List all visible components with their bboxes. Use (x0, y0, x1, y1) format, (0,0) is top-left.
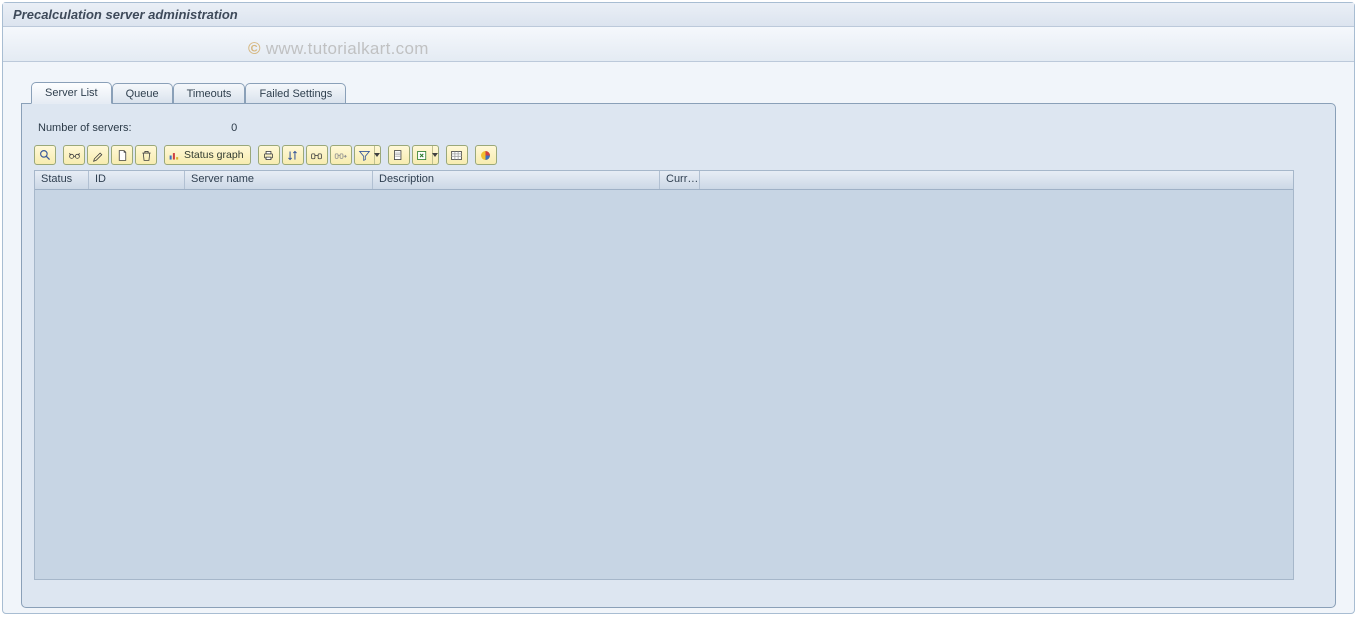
find-button[interactable] (306, 145, 328, 165)
tab-strip: Server List Queue Timeouts Failed Settin… (21, 82, 1336, 104)
tab-failed-settings[interactable]: Failed Settings (245, 83, 346, 104)
col-description[interactable]: Description (373, 171, 660, 189)
status-graph-icon (168, 149, 181, 162)
title-bar: Precalculation server administration (3, 3, 1354, 27)
tab-server-list[interactable]: Server List (31, 82, 112, 104)
find-next-button[interactable] (330, 145, 352, 165)
delete-button[interactable] (135, 145, 157, 165)
printer-icon (262, 149, 275, 162)
col-server-name[interactable]: Server name (185, 171, 373, 189)
grid-icon (450, 149, 463, 162)
sort-button[interactable] (282, 145, 304, 165)
edit-button[interactable] (87, 145, 109, 165)
pie-chart-icon (479, 149, 492, 162)
export-button[interactable] (388, 145, 410, 165)
tab-queue[interactable]: Queue (112, 83, 173, 104)
export-icon (392, 149, 405, 162)
status-graph-label: Status graph (184, 149, 244, 161)
magnifier-icon (39, 149, 52, 162)
col-status[interactable]: Status (35, 171, 89, 189)
col-current[interactable]: Curr… (660, 171, 700, 189)
excel-icon (416, 149, 429, 162)
graphic-button[interactable] (475, 145, 497, 165)
server-count-value: 0 (231, 122, 237, 134)
binoculars-next-icon (334, 149, 347, 162)
dropdown-arrow-icon (432, 146, 438, 164)
page-icon (116, 149, 129, 162)
alv-toolbar: Status graph (34, 144, 1323, 166)
grid-header-row: Status ID Server name Description Curr… (35, 171, 1293, 190)
trash-icon (140, 149, 153, 162)
funnel-icon (358, 149, 371, 162)
details-button[interactable] (34, 145, 56, 165)
layout-button[interactable] (446, 145, 468, 165)
status-graph-button[interactable]: Status graph (164, 145, 251, 165)
spreadsheet-button[interactable] (412, 145, 439, 165)
col-id[interactable]: ID (89, 171, 185, 189)
page-title: Precalculation server administration (13, 7, 238, 22)
filter-button[interactable] (354, 145, 381, 165)
glasses-icon (68, 149, 81, 162)
dropdown-arrow-icon (374, 146, 380, 164)
create-button[interactable] (111, 145, 133, 165)
application-toolbar (3, 27, 1354, 62)
tab-timeouts[interactable]: Timeouts (173, 83, 246, 104)
binoculars-icon (310, 149, 323, 162)
sort-icon (286, 149, 299, 162)
print-button[interactable] (258, 145, 280, 165)
alv-grid[interactable]: Status ID Server name Description Curr… (34, 170, 1294, 580)
display-button[interactable] (63, 145, 85, 165)
server-count-row: Number of servers: 0 (38, 122, 1323, 134)
pencil-icon (92, 149, 105, 162)
tab-panel-server-list: Number of servers: 0 (21, 103, 1336, 608)
server-count-label: Number of servers: (38, 122, 228, 134)
